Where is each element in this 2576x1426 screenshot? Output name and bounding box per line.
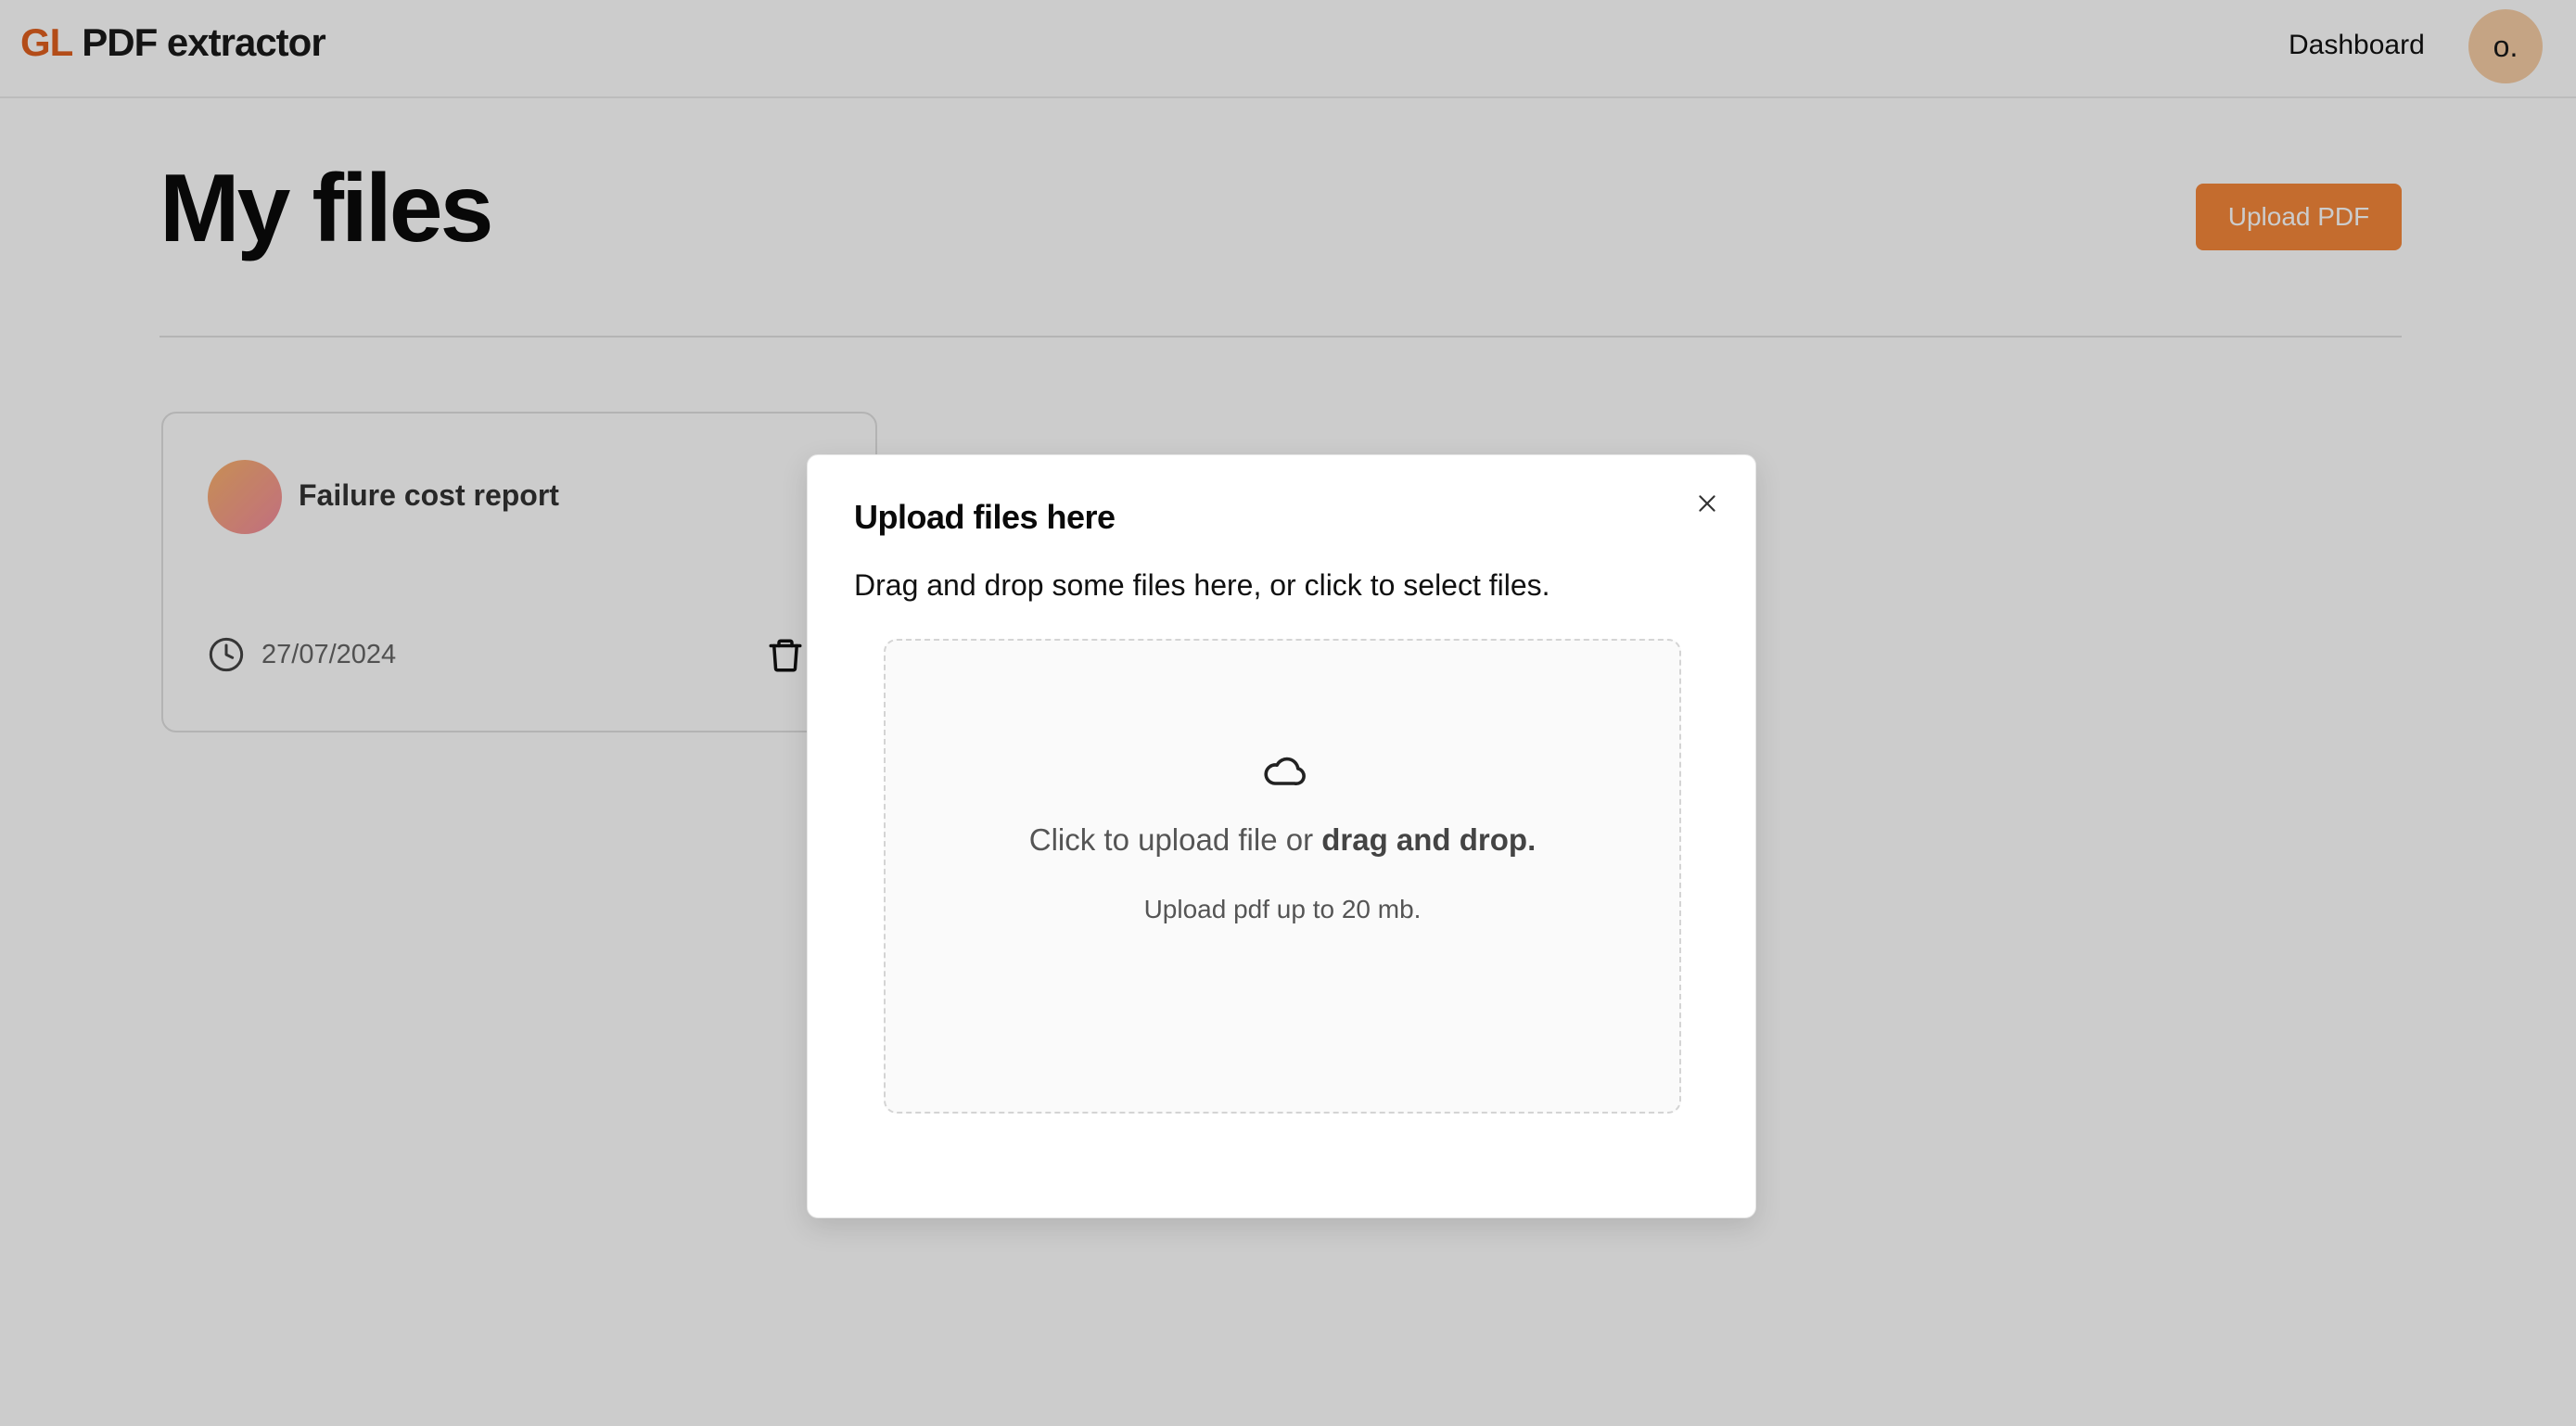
dropzone-instruction-plain: Click to upload file or [1028,822,1322,857]
page: GL PDF extractor Dashboard o. My files U… [0,0,2576,1426]
modal-description: Drag and drop some files here, or click … [854,568,1550,602]
dropzone-instruction-bold: drag and drop. [1321,822,1537,857]
close-button[interactable] [1689,485,1726,522]
dropzone-instruction: Click to upload file or drag and drop. [886,822,1679,858]
close-icon [1699,495,1715,512]
upload-modal: Upload files here Drag and drop some fil… [807,454,1756,1218]
file-dropzone[interactable]: Click to upload file or drag and drop. U… [884,639,1681,1114]
modal-title: Upload files here [854,498,1116,536]
dropzone-hint: Upload pdf up to 20 mb. [1143,895,1422,923]
cloud-icon [1264,757,1306,786]
